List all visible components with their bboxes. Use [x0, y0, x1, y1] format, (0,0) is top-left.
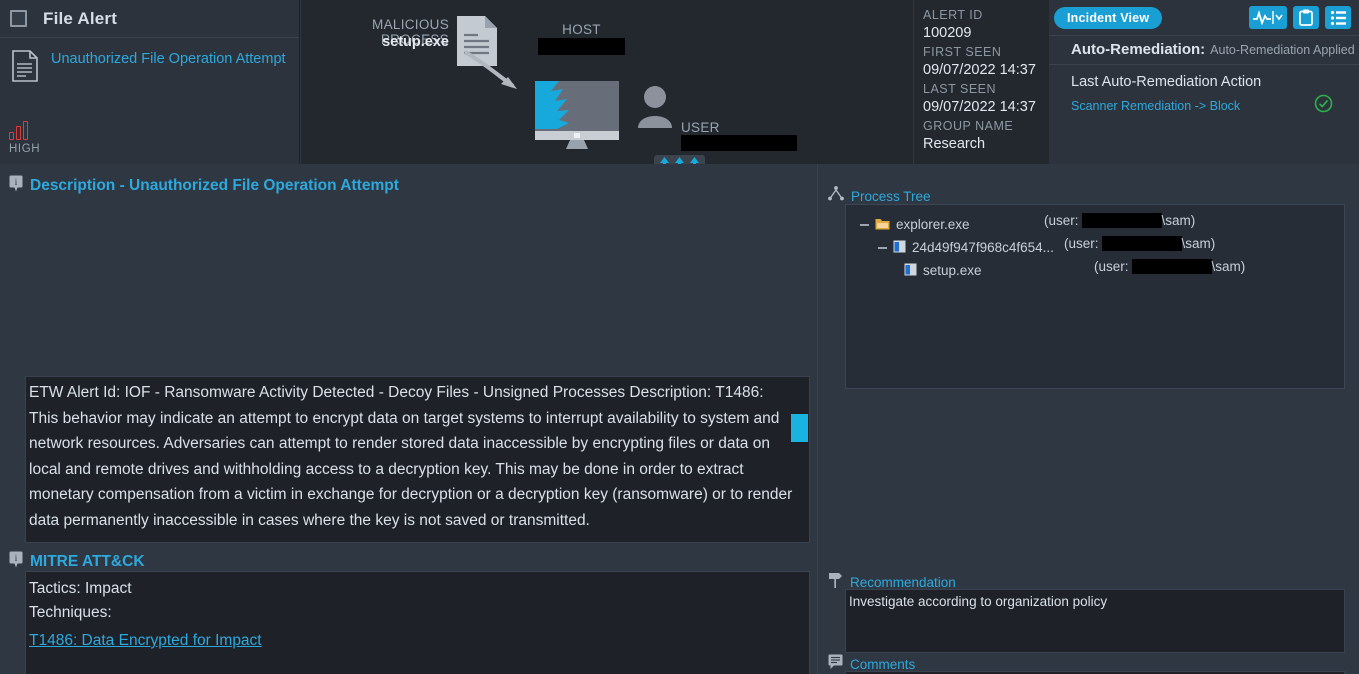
description-scrollbar-thumb[interactable]: [791, 414, 808, 442]
description-text: ETW Alert Id: IOF - Ransomware Activity …: [29, 384, 793, 529]
group-name-value: Research: [923, 136, 986, 152]
mitre-tactics: Tactics: Impact: [29, 580, 132, 597]
compromised-monitor-icon: [533, 79, 621, 156]
description-panel: ETW Alert Id: IOF - Ransomware Activity …: [25, 376, 810, 543]
alert-id-key: ALERT ID: [923, 8, 983, 22]
incident-view-button[interactable]: Incident View: [1054, 6, 1163, 29]
info-tooltip-icon: i: [9, 175, 23, 197]
comments-title: Comments: [850, 656, 916, 672]
alert-select-checkbox[interactable]: [10, 10, 27, 27]
host-label: HOST: [562, 22, 601, 37]
left-column: i Description - Unauthorized File Operat…: [0, 164, 818, 674]
signpost-icon: [828, 572, 843, 593]
incident-view-header: Incident View: [1049, 0, 1359, 35]
alert-detail-page: File Alert Unauthorized File Operation A…: [0, 0, 1359, 674]
severity-indicator: HIGH: [9, 121, 40, 155]
alert-type-title: File Alert: [43, 8, 118, 28]
auto-remediation-value: Auto-Remediation Applied: [1210, 43, 1355, 57]
list-details-icon[interactable]: [1325, 6, 1351, 29]
process-name: explorer.exe: [896, 217, 970, 232]
mitre-panel: Tactics: Impact Techniques: T1486: Data …: [25, 571, 810, 674]
first-seen-key: FIRST SEEN: [923, 45, 1002, 59]
attack-graph: MALICIOUS PROCESS setup.exe HOST USER: [301, 0, 913, 172]
group-name-key: GROUP NAME: [923, 119, 1014, 133]
process-tree-title: Process Tree: [851, 188, 931, 204]
severity-bars-icon: [9, 121, 40, 140]
process-user: (user: WIN10EPO1\sam): [1094, 259, 1246, 274]
detail-body: i Description - Unauthorized File Operat…: [0, 164, 1359, 674]
process-tree-panel: explorer.exe 24d49f947f968c4f654... setu…: [845, 204, 1345, 389]
auto-remediation-key: Auto-Remediation:: [1071, 41, 1206, 58]
clipboard-icon[interactable]: [1293, 6, 1319, 29]
alert-name-row: Unauthorized File Operation Attempt: [0, 38, 299, 82]
column-divider: [817, 164, 818, 674]
first-seen-value: 09/07/2022 14:37: [923, 62, 1036, 78]
activity-pulse-dropdown-icon[interactable]: [1249, 6, 1287, 29]
recommendation-title: Recommendation: [850, 574, 956, 590]
alert-id-value: 100209: [923, 25, 972, 41]
alert-summary-card: File Alert Unauthorized File Operation A…: [0, 0, 300, 164]
info-tooltip-icon: i: [9, 551, 23, 573]
alert-metadata: ALERT ID 100209 FIRST SEEN 09/07/2022 14…: [914, 0, 1049, 164]
document-icon: [12, 50, 38, 82]
comment-bubble-icon: [828, 654, 843, 674]
alert-type-header: File Alert: [0, 0, 299, 38]
incident-action-icons: [1249, 6, 1351, 29]
process-name: setup.exe: [923, 263, 982, 278]
top-summary-bar: File Alert Unauthorized File Operation A…: [0, 0, 1359, 172]
check-circle-icon: [1314, 94, 1333, 118]
mitre-title: MITRE ATT&CK: [30, 553, 145, 570]
user-label: USER: [681, 120, 720, 135]
host-name: WIN10EPO1: [519, 38, 644, 55]
last-action-title: Last Auto-Remediation Action: [1071, 74, 1262, 90]
severity-label: HIGH: [9, 143, 41, 155]
description-section-header: i Description - Unauthorized File Operat…: [0, 164, 818, 194]
malicious-process-name: setup.exe: [382, 34, 449, 50]
app-window-icon: [904, 263, 917, 279]
process-user: (user: WIN10EPO1\sam): [1044, 213, 1196, 228]
last-remediation-action: Last Auto-Remediation Action Scanner Rem…: [1049, 65, 1359, 118]
incident-view-panel: Incident View Auto-Remediation: Auto-Rem…: [1049, 0, 1359, 164]
curved-arrow-icon: [461, 48, 531, 103]
alert-name-link[interactable]: Unauthorized File Operation Attempt: [51, 50, 286, 82]
mitre-techniques-label: Techniques:: [29, 604, 112, 621]
user-name: WIN10EPO1\sam: [681, 135, 798, 151]
app-window-icon: [893, 240, 906, 256]
user-avatar-icon: [635, 84, 675, 133]
last-action-row: Scanner Remediation -> Block: [1071, 94, 1359, 118]
mitre-technique-link[interactable]: T1486: Data Encrypted for Impact: [29, 629, 262, 653]
collapse-toggle-icon[interactable]: [878, 246, 887, 249]
folder-icon: [875, 217, 890, 233]
collapse-toggle-icon[interactable]: [860, 223, 869, 226]
recommendation-text: Investigate according to organization po…: [849, 594, 1108, 609]
last-action-link[interactable]: Scanner Remediation -> Block: [1071, 99, 1240, 113]
description-title: Description - Unauthorized File Operatio…: [30, 177, 399, 194]
recommendation-panel: Investigate according to organization po…: [845, 589, 1345, 653]
last-seen-value: 09/07/2022 14:37: [923, 99, 1036, 115]
process-name: 24d49f947f968c4f654...: [912, 240, 1054, 255]
auto-remediation-row: Auto-Remediation: Auto-Remediation Appli…: [1049, 35, 1359, 65]
process-user: (user: WIN10EPO1\sam): [1064, 236, 1216, 251]
process-tree-icon: [828, 186, 844, 206]
last-seen-key: LAST SEEN: [923, 82, 997, 96]
